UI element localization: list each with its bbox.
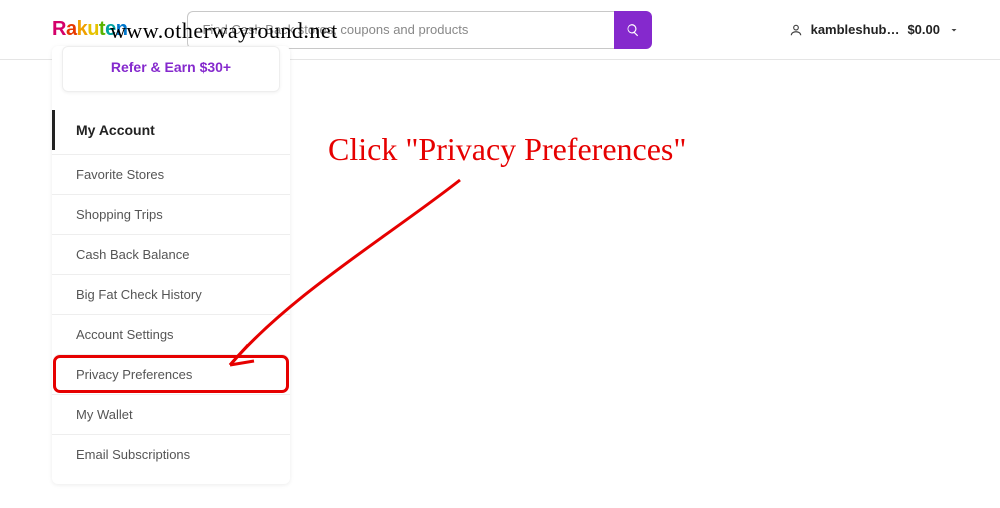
- search-button[interactable]: [614, 11, 652, 49]
- sidebar-item-privacy-preferences[interactable]: Privacy Preferences: [52, 354, 290, 394]
- account-sidebar: Refer & Earn $30+ My Account Favorite St…: [52, 46, 290, 484]
- search-icon: [626, 23, 640, 37]
- sidebar-item-email-subscriptions[interactable]: Email Subscriptions: [52, 434, 290, 474]
- sidebar-section-my-account[interactable]: My Account: [52, 110, 290, 150]
- user-menu[interactable]: kambleshub… $0.00: [789, 22, 960, 37]
- user-icon: [789, 23, 803, 37]
- sidebar-item-shopping-trips[interactable]: Shopping Trips: [52, 194, 290, 234]
- sidebar-item-favorite-stores[interactable]: Favorite Stores: [52, 154, 290, 194]
- annotation-callout: Click "Privacy Preferences": [328, 130, 686, 168]
- watermark-text: www.otherwayround.net: [110, 18, 338, 44]
- chevron-down-icon: [948, 24, 960, 36]
- sidebar-nav: My Account Favorite Stores Shopping Trip…: [52, 110, 290, 474]
- sidebar-item-account-settings[interactable]: Account Settings: [52, 314, 290, 354]
- sidebar-item-cash-back-balance[interactable]: Cash Back Balance: [52, 234, 290, 274]
- refer-earn-link[interactable]: Refer & Earn $30+: [111, 59, 231, 75]
- username-label: kambleshub…: [811, 22, 900, 37]
- sidebar-item-big-fat-check-history[interactable]: Big Fat Check History: [52, 274, 290, 314]
- sidebar-item-my-wallet[interactable]: My Wallet: [52, 394, 290, 434]
- refer-earn-card[interactable]: Refer & Earn $30+: [62, 46, 280, 92]
- balance-label: $0.00: [907, 22, 940, 37]
